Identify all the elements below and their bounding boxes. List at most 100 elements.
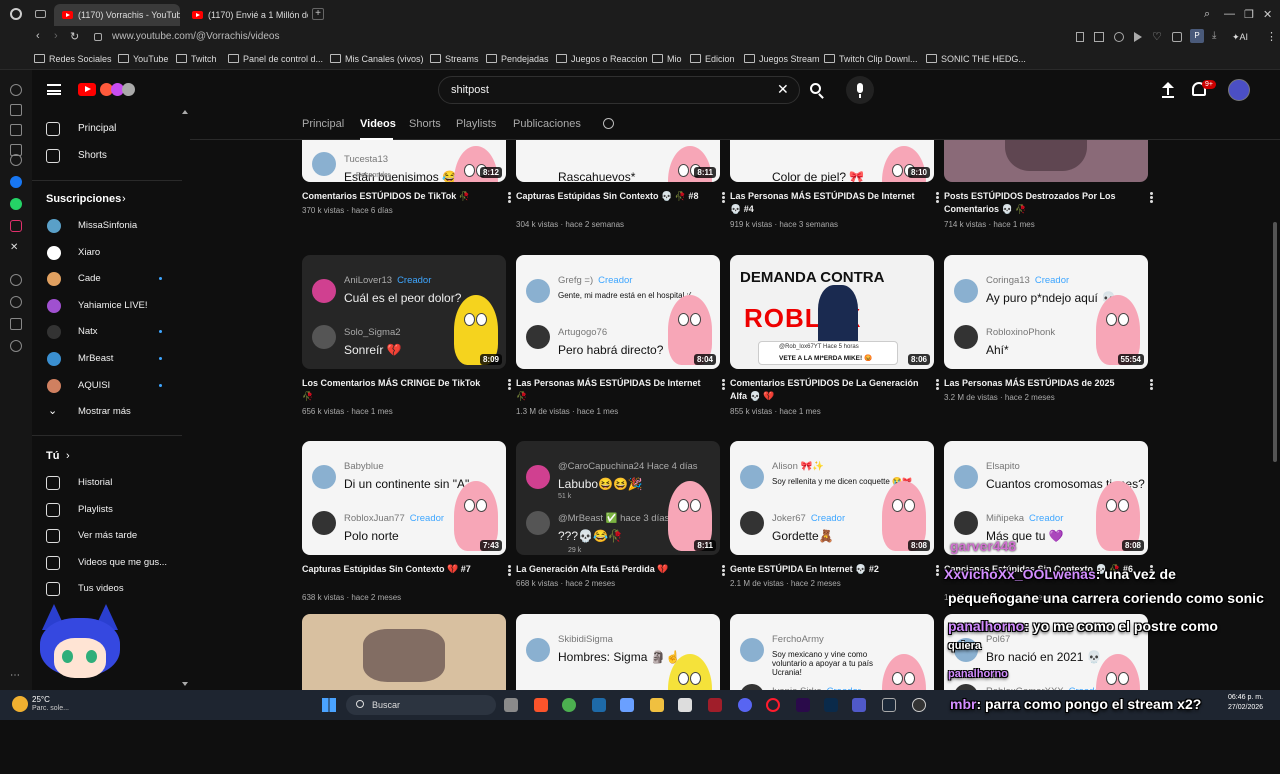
bookmark-item[interactable]: Edicion — [690, 54, 735, 64]
bookmark-item[interactable]: Twitch Clip Downl... — [824, 54, 918, 64]
url-field[interactable]: www.youtube.com/@Vorrachis/videos — [112, 31, 279, 42]
sidebar-item-you[interactable]: Videos que me gus... — [32, 551, 182, 575]
settings-side-icon[interactable] — [10, 340, 22, 352]
download-icon[interactable]: ⤓ — [1212, 30, 1216, 41]
clock-time[interactable]: 06:46 p. m. — [1228, 694, 1263, 701]
back-button[interactable]: ‹ — [36, 30, 40, 42]
player-icon[interactable] — [1134, 32, 1142, 42]
video-thumbnail[interactable]: Tucesta13 Están buenisimos 😂😂🥶 Responder 8:… — [302, 140, 506, 182]
video-title[interactable]: Posts ESTÚPIDOS Destrozados Por Los Come… — [944, 190, 1134, 216]
forward-button[interactable]: › — [54, 30, 58, 42]
video-card[interactable]: Alison 🎀✨ Soy rellenita y me dicen coquet… — [730, 441, 939, 601]
bookmark-item[interactable]: YouTube — [118, 54, 168, 64]
chevron-right-icon[interactable]: › — [122, 193, 126, 205]
video-options-icon[interactable] — [508, 565, 512, 577]
new-tab-button[interactable]: + — [312, 8, 324, 20]
video-title[interactable]: La Generación Alfa Está Perdida 💔 — [516, 563, 706, 576]
sidebar-item-shorts[interactable]: Shorts — [32, 144, 182, 168]
subscriptions-heading[interactable]: Suscripciones — [46, 193, 121, 205]
video-title[interactable]: Comentarios ESTÚPIDOS De La Generación A… — [730, 377, 920, 403]
sidebar-tabs-icon[interactable] — [10, 124, 22, 136]
browser-tab[interactable]: (1170) Envié a 1 Millón de P — [184, 4, 308, 26]
page-scrollbar[interactable] — [1272, 110, 1278, 690]
browser-tab-active[interactable]: (1170) Vorrachis - YouTube — [54, 4, 180, 26]
bookmark-item[interactable]: Mio — [652, 54, 682, 64]
video-options-icon[interactable] — [936, 192, 940, 204]
video-thumbnail[interactable]: @CaroCapuchina24 Hace 4 días Labubo😆😆🎉 @Mr… — [516, 441, 720, 555]
chrome-icon[interactable] — [562, 698, 576, 712]
premiere-icon[interactable] — [796, 698, 810, 712]
discord-icon[interactable] — [738, 698, 752, 712]
opera-taskbar-icon[interactable] — [766, 698, 780, 712]
video-title[interactable]: Los Comentarios MÁS CRINGE De TikTok 🥀 — [302, 377, 492, 403]
bookmark-item[interactable]: Juegos o Reaccion — [556, 54, 648, 64]
photoshop-icon[interactable] — [824, 698, 838, 712]
close-window-button[interactable]: ✕ — [1263, 8, 1272, 21]
extensions-icon[interactable] — [1172, 32, 1182, 42]
video-card[interactable]: Color de piel? 🎀 8:10 Las Personas MÁS EST… — [730, 68, 939, 229]
brave-icon[interactable] — [534, 698, 548, 712]
tab-overview-icon[interactable] — [35, 10, 46, 18]
video-title[interactable]: Capturas Estúpidas Sin Contexto 💔 #7 — [302, 563, 492, 576]
hamburger-menu-icon[interactable] — [47, 84, 61, 95]
scroll-down-icon[interactable] — [182, 682, 188, 686]
profile-badge[interactable]: P — [1190, 29, 1204, 43]
chevron-right-icon[interactable]: › — [66, 450, 70, 462]
video-card[interactable]: @CaroCapuchina24 Hace 4 días Labubo😆😆🎉 @Mr… — [516, 441, 725, 601]
sidebar-subscription-item[interactable]: Natx — [32, 320, 182, 344]
sidebar-subscription-item[interactable]: MrBeast — [32, 347, 182, 371]
video-options-icon[interactable] — [722, 565, 726, 577]
show-more-button[interactable]: ⌄ Mostrar más — [32, 400, 182, 424]
video-title[interactable]: Comentarios ESTÚPIDOS De TikTok 🥀 — [302, 190, 492, 203]
bookmark-item[interactable]: Redes Sociales — [34, 54, 112, 64]
teams-icon[interactable] — [852, 698, 866, 712]
sidebar-pinboard-icon[interactable] — [10, 104, 22, 116]
history-side-icon[interactable] — [10, 296, 22, 308]
sidebar-item-principal[interactable]: Principal — [32, 117, 182, 141]
sidebar-subscription-item[interactable]: Cade — [32, 267, 182, 291]
video-options-icon[interactable] — [722, 379, 726, 391]
clock-date[interactable]: 27/02/2026 — [1228, 704, 1263, 711]
sidebar-subscription-item[interactable]: MissaSinfonia — [32, 214, 182, 238]
video-thumbnail[interactable]: Alison 🎀✨ Soy rellenita y me dicen coquet… — [730, 441, 934, 555]
extensions-side-icon[interactable] — [10, 318, 22, 330]
video-card[interactable]: Rascahuevos* 8:11 Capturas Estúpidas Sin C… — [516, 68, 725, 229]
search-tabs-icon[interactable]: ⌕ — [1204, 8, 1210, 21]
video-thumbnail[interactable] — [944, 140, 1148, 182]
video-options-icon[interactable] — [936, 565, 940, 577]
task-view-icon[interactable] — [504, 698, 518, 712]
weather-icon[interactable] — [12, 696, 28, 712]
video-thumbnail[interactable]: Coringa13 Creador Ay puro p*ndejo aquí 💀 Ro… — [944, 255, 1148, 369]
minimize-button[interactable]: — — [1224, 8, 1235, 20]
account-avatar[interactable] — [1228, 79, 1250, 101]
video-card[interactable]: Grefg =) Creador Gente, mi madre está en e… — [516, 255, 725, 416]
page-scrollbar-thumb[interactable] — [1273, 222, 1277, 462]
video-thumbnail[interactable]: Color de piel? 🎀 8:10 — [730, 140, 934, 182]
video-card[interactable]: Posts ESTÚPIDOS Destrozados Por Los Come… — [944, 68, 1153, 229]
bookmark-item[interactable]: Pendejadas — [486, 54, 549, 64]
you-heading[interactable]: Tú — [46, 450, 59, 462]
video-card[interactable]: Coringa13 Creador Ay puro p*ndejo aquí 💀 Ro… — [944, 255, 1153, 415]
flow-icon[interactable] — [1114, 32, 1124, 42]
video-card[interactable]: Babyblue Di un continente sin "A" RobloxJu… — [302, 441, 511, 602]
copilot-icon[interactable] — [620, 698, 634, 712]
bookmark-item[interactable]: Twitch — [176, 54, 217, 64]
maximize-button[interactable]: ❐ — [1244, 8, 1254, 21]
sidebar-subscription-item[interactable]: AQUISI — [32, 374, 182, 398]
more-side-icon[interactable]: ⋯ — [10, 670, 22, 682]
video-card[interactable]: DEMANDA CONTRA ROBLOX @Rob_lox67YT Hace 5 … — [730, 255, 939, 416]
video-thumbnail[interactable]: AniLover13 Creador Cuál es el peor dolor? S… — [302, 255, 506, 369]
video-options-icon[interactable] — [722, 192, 726, 204]
x-icon[interactable]: ✕ — [10, 242, 22, 254]
app-red-icon[interactable] — [708, 698, 722, 712]
video-thumbnail[interactable]: Rascahuevos* 8:11 — [516, 140, 720, 182]
video-options-icon[interactable] — [1150, 379, 1154, 391]
video-title[interactable]: Las Personas MÁS ESTÚPIDAS de 2025 — [944, 377, 1134, 390]
sidebar-aria-icon[interactable] — [10, 84, 22, 96]
heart-icon[interactable]: ♡ — [1152, 30, 1162, 43]
video-options-icon[interactable] — [508, 379, 512, 391]
video-thumbnail[interactable]: DEMANDA CONTRA ROBLOX @Rob_lox67YT Hace 5 … — [730, 255, 934, 369]
ai-button[interactable]: ✦AI — [1232, 32, 1248, 43]
bookmark-item[interactable]: Streams — [430, 54, 479, 64]
messenger-icon[interactable] — [10, 176, 22, 188]
